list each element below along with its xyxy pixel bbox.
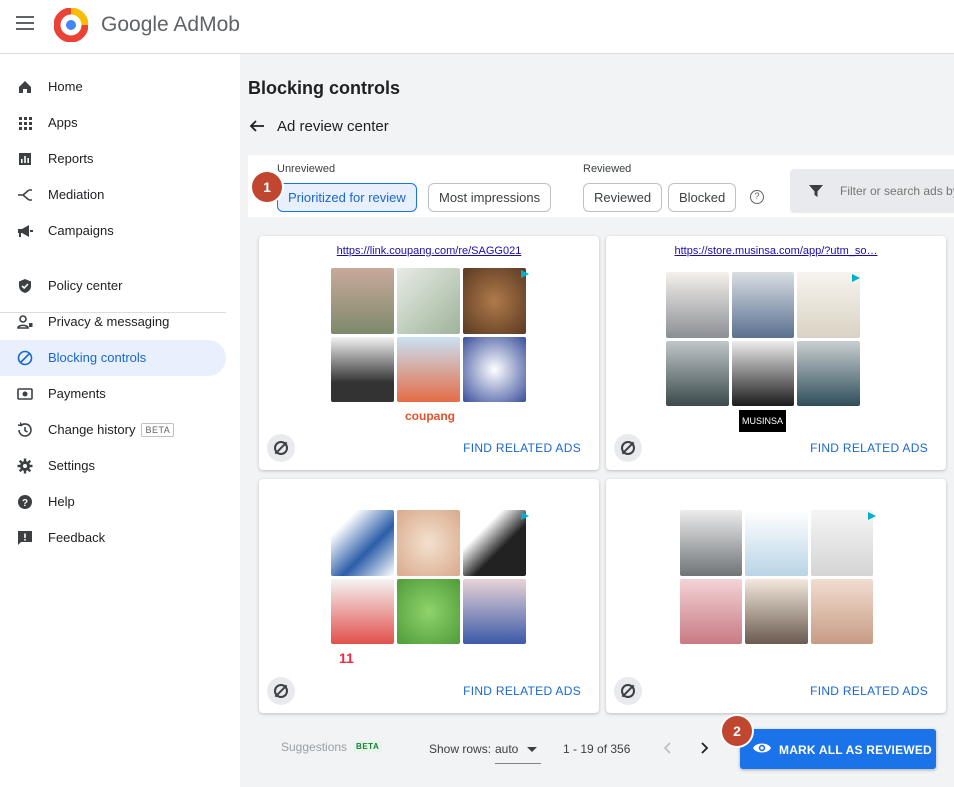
search-input[interactable] bbox=[840, 179, 954, 203]
unreviewed-label: Unreviewed bbox=[277, 163, 336, 175]
help-circle-icon[interactable]: ? bbox=[750, 190, 764, 204]
sidebar-item-label: Feedback bbox=[48, 530, 106, 545]
find-related-ads-button[interactable]: FIND RELATED ADS bbox=[810, 684, 928, 698]
chip-reviewed[interactable]: Reviewed bbox=[583, 183, 663, 212]
sidebar-item-apps[interactable]: Apps bbox=[0, 105, 226, 141]
block-ad-button[interactable] bbox=[267, 677, 295, 705]
next-page-icon[interactable] bbox=[694, 738, 714, 758]
sidebar-item-label: Payments bbox=[48, 386, 106, 401]
sidebar-item-change-history[interactable]: Change history BETA bbox=[0, 412, 226, 448]
reports-icon bbox=[19, 153, 31, 165]
gear-icon bbox=[17, 458, 33, 474]
sidebar: Home Apps Reports Mediation Campaigns Po… bbox=[0, 54, 240, 787]
page-title: Blocking controls bbox=[248, 78, 401, 98]
section-title: Ad review center bbox=[277, 118, 389, 135]
suggestions-text: Suggestions bbox=[281, 740, 348, 754]
svg-text:?: ? bbox=[22, 498, 28, 509]
ad-brand-logo: coupang bbox=[405, 409, 455, 423]
sidebar-item-label: Settings bbox=[48, 458, 95, 473]
eye-icon bbox=[753, 743, 771, 753]
filter-bar: Unreviewed Prioritized for review Most i… bbox=[248, 155, 954, 217]
chip-most-impressions[interactable]: Most impressions bbox=[428, 183, 552, 212]
filter-search-box[interactable] bbox=[790, 169, 954, 213]
ad-card: https://link.coupang.com/re/SAGG021 coup… bbox=[259, 236, 599, 470]
dropdown-caret-icon bbox=[527, 747, 537, 752]
feedback-icon bbox=[18, 531, 32, 545]
help-icon: ? bbox=[18, 495, 32, 509]
beta-badge: BETA bbox=[141, 423, 175, 437]
sidebar-item-help[interactable]: ? Help bbox=[0, 484, 226, 520]
top-app-bar: Google AdMob bbox=[0, 0, 954, 54]
privacy-icon bbox=[17, 315, 33, 329]
sidebar-item-label: Change history BETA bbox=[48, 422, 175, 437]
chip-prioritized-for-review[interactable]: Prioritized for review bbox=[277, 183, 417, 212]
find-related-ads-button[interactable]: FIND RELATED ADS bbox=[810, 441, 928, 455]
sidebar-item-label: Home bbox=[48, 79, 83, 94]
ad-creative-image[interactable] bbox=[331, 510, 526, 644]
sidebar-item-label: Mediation bbox=[48, 187, 105, 202]
megaphone-icon bbox=[18, 225, 33, 237]
sidebar-item-label: Campaigns bbox=[48, 223, 114, 238]
mark-all-label: MARK ALL AS REVIEWED bbox=[779, 743, 932, 757]
beta-badge: BETA bbox=[353, 741, 383, 752]
filter-funnel-icon bbox=[809, 185, 823, 197]
sidebar-item-home[interactable]: Home bbox=[0, 69, 226, 105]
suggestions-link[interactable]: Suggestions BETA bbox=[281, 740, 383, 754]
block-ad-button[interactable] bbox=[267, 434, 295, 462]
change-history-text: Change history bbox=[48, 422, 136, 437]
home-icon bbox=[19, 81, 31, 93]
pagination-range: 1 - 19 of 356 bbox=[563, 742, 631, 756]
sidebar-item-label: Policy center bbox=[48, 278, 123, 293]
ad-creative-image[interactable] bbox=[666, 272, 860, 406]
mark-all-as-reviewed-button[interactable]: MARK ALL AS REVIEWED bbox=[740, 729, 936, 769]
sidebar-item-label: Privacy & messaging bbox=[48, 314, 170, 329]
block-icon bbox=[17, 350, 33, 366]
sidebar-item-campaigns[interactable]: Campaigns bbox=[0, 213, 226, 249]
sidebar-item-feedback[interactable]: Feedback bbox=[0, 520, 226, 556]
payments-icon bbox=[17, 388, 33, 400]
rows-per-page-select[interactable]: auto bbox=[495, 736, 541, 764]
apps-grid-icon bbox=[19, 117, 32, 130]
sidebar-item-privacy-messaging[interactable]: Privacy & messaging bbox=[0, 304, 226, 340]
sidebar-item-blocking-controls[interactable]: Blocking controls bbox=[0, 340, 226, 376]
admob-logo-icon bbox=[54, 8, 88, 42]
show-rows-label: Show rows: bbox=[429, 742, 492, 756]
ad-creative-image[interactable] bbox=[331, 268, 526, 402]
pagination-bar: Suggestions BETA Show rows: auto 1 - 19 o… bbox=[248, 724, 954, 784]
chip-blocked[interactable]: Blocked bbox=[668, 183, 737, 212]
ad-brand-logo: 11 bbox=[339, 650, 354, 666]
sidebar-item-reports[interactable]: Reports bbox=[0, 141, 226, 177]
ad-destination-link[interactable]: https://link.coupang.com/re/SAGG021 bbox=[259, 245, 599, 257]
ad-card: https://store.musinsa.com/app/?utm_so… M… bbox=[606, 236, 946, 470]
ad-card: FIND RELATED ADS bbox=[606, 479, 946, 713]
sidebar-item-label: Apps bbox=[48, 115, 78, 130]
step-badge-1: 1 bbox=[252, 172, 282, 202]
sidebar-item-label: Reports bbox=[48, 151, 94, 166]
previous-page-icon[interactable] bbox=[658, 738, 678, 758]
sidebar-item-label: Help bbox=[48, 494, 75, 509]
shield-icon bbox=[19, 279, 31, 293]
find-related-ads-button[interactable]: FIND RELATED ADS bbox=[463, 441, 581, 455]
ad-brand-logo: MUSINSA bbox=[739, 410, 787, 432]
step-badge-2: 2 bbox=[722, 716, 752, 746]
block-ad-button[interactable] bbox=[614, 677, 642, 705]
app-title: Google AdMob bbox=[101, 13, 240, 36]
ad-destination-link[interactable]: https://store.musinsa.com/app/?utm_so… bbox=[606, 245, 946, 257]
main-content: Blocking controls Ad review center Unrev… bbox=[240, 54, 954, 787]
mediation-icon bbox=[18, 189, 32, 201]
ad-card: 11 FIND RELATED ADS bbox=[259, 479, 599, 713]
find-related-ads-button[interactable]: FIND RELATED ADS bbox=[463, 684, 581, 698]
sidebar-item-settings[interactable]: Settings bbox=[0, 448, 226, 484]
rows-value: auto bbox=[495, 742, 519, 756]
block-ad-button[interactable] bbox=[614, 434, 642, 462]
sidebar-item-label: Blocking controls bbox=[48, 350, 147, 365]
sidebar-item-payments[interactable]: Payments bbox=[0, 376, 226, 412]
ad-creative-image[interactable] bbox=[680, 510, 873, 644]
reviewed-label: Reviewed bbox=[583, 163, 632, 175]
history-icon bbox=[17, 422, 32, 437]
sidebar-item-mediation[interactable]: Mediation bbox=[0, 177, 226, 213]
sidebar-item-policy-center[interactable]: Policy center bbox=[0, 268, 226, 304]
back-arrow-icon[interactable] bbox=[248, 117, 266, 135]
menu-icon[interactable] bbox=[16, 16, 34, 30]
